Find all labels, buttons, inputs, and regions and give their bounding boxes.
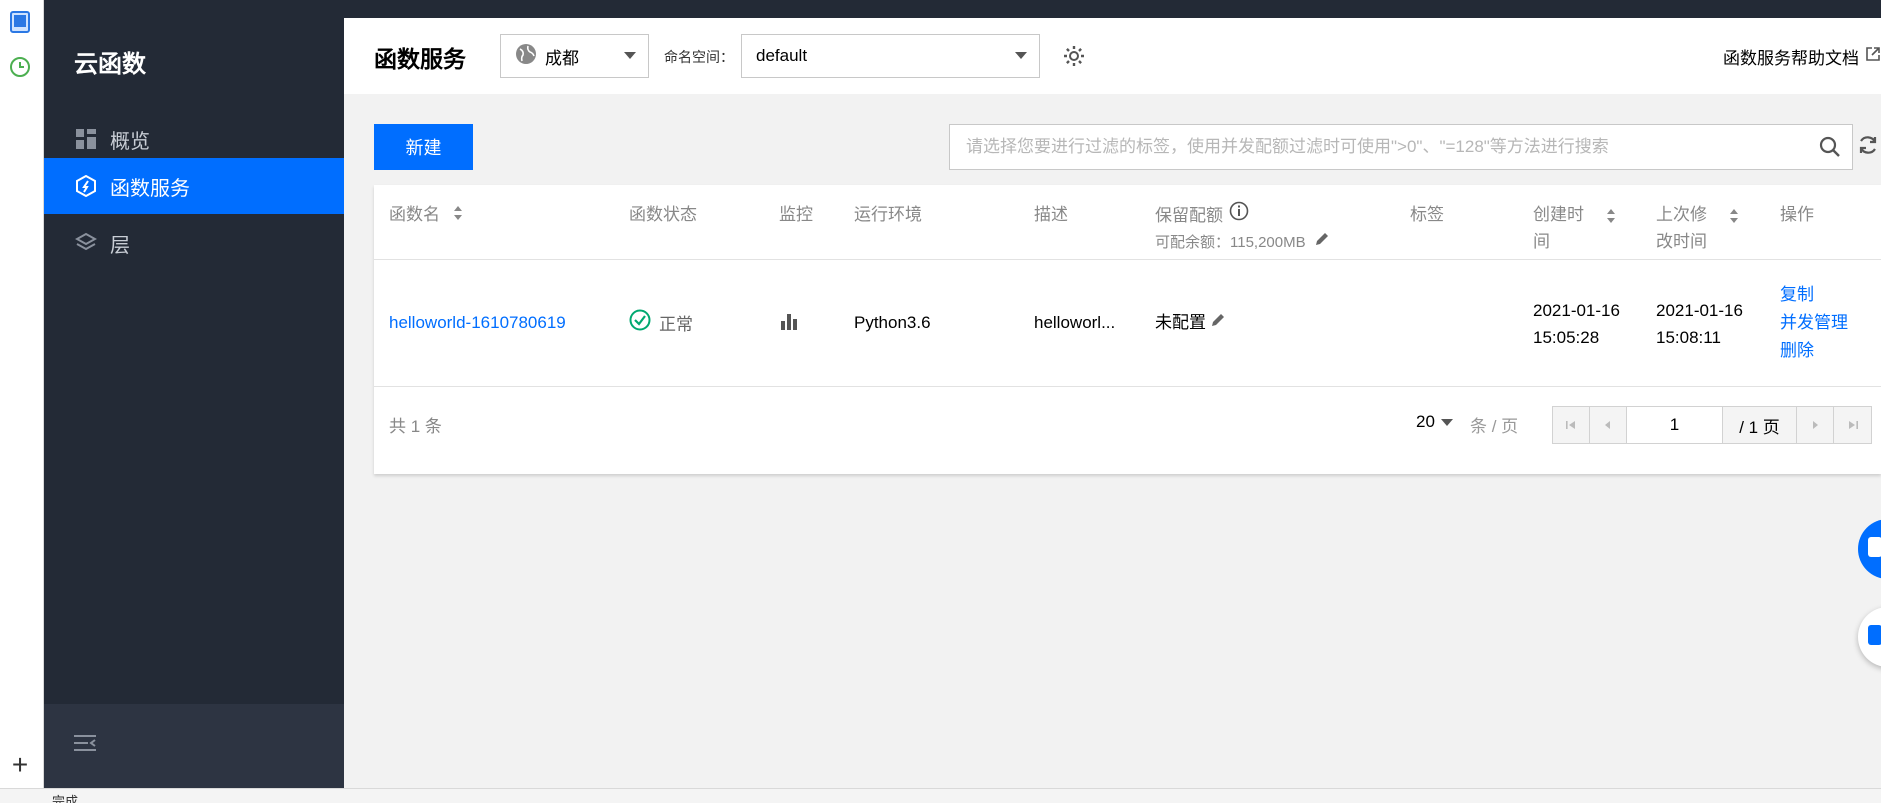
sidebar: 云函数 概览 函数服务 层: [44, 18, 344, 788]
column-header-monitor: 监控: [779, 205, 813, 224]
column-header-status: 函数状态: [629, 205, 697, 224]
column-header-name[interactable]: 函数名: [389, 201, 463, 229]
prev-page-button[interactable]: [1590, 407, 1627, 443]
sidebar-footer: [44, 704, 344, 788]
collapse-sidebar-icon[interactable]: [74, 734, 96, 757]
table-row: helloworld-1610780619 正常 Python3.6 hello…: [374, 261, 1881, 387]
region-value: 成都: [545, 48, 579, 68]
available-quota: 可配余额：115,200MB: [1155, 234, 1306, 251]
dashboard-icon: [74, 127, 98, 151]
refresh-icon[interactable]: [1857, 134, 1879, 161]
concurrency-manage-link[interactable]: 并发管理: [1780, 309, 1848, 337]
sort-icon: [1606, 205, 1616, 255]
sort-icon: [453, 202, 463, 229]
main-header: 函数服务 成都 命名空间： default 函数服务帮助文档: [344, 18, 1881, 94]
chevron-down-icon: [1015, 52, 1027, 59]
chat-icon: [1868, 537, 1881, 557]
pagination: / 1 页: [1552, 406, 1872, 444]
row-actions: 复制 并发管理 删除: [1780, 281, 1848, 365]
tablet-icon[interactable]: [9, 11, 31, 33]
new-function-button[interactable]: 新建: [374, 124, 473, 170]
sidebar-item-label: 层: [110, 234, 130, 257]
browser-status-bar: 完成: [0, 788, 1881, 803]
column-header-reserved-quota: 保留配额 可配余额：115,200MB: [1155, 201, 1330, 256]
last-page-button[interactable]: [1834, 407, 1871, 443]
sort-icon: [1729, 205, 1739, 255]
column-header-modified[interactable]: 上次修 改时间: [1656, 201, 1739, 255]
status-text: 完成: [52, 794, 79, 803]
chevron-down-icon: [624, 52, 636, 59]
chat-bubble-button[interactable]: [1858, 519, 1881, 579]
per-page-label: 条 / 页: [1470, 417, 1519, 436]
created-time: 2021-01-16 15:05:28: [1533, 301, 1620, 347]
function-status: 正常: [629, 309, 693, 339]
search-box: [949, 124, 1853, 170]
description-value: helloworl...: [1034, 313, 1116, 332]
chevron-down-icon: [1440, 418, 1453, 426]
sidebar-item-label: 概览: [110, 130, 150, 153]
function-name-link[interactable]: helloworld-1610780619: [389, 309, 566, 336]
modified-time: 2021-01-16 15:08:11: [1656, 301, 1743, 347]
total-pages: / 1 页: [1723, 407, 1797, 443]
column-header-created[interactable]: 创建时间: [1533, 201, 1616, 255]
column-header-description: 描述: [1034, 205, 1068, 224]
search-icon[interactable]: [1808, 125, 1852, 169]
edit-icon[interactable]: [1314, 229, 1330, 256]
help-doc-link[interactable]: 函数服务帮助文档: [1723, 44, 1881, 69]
reserved-quota-value: 未配置: [1155, 309, 1226, 336]
sidebar-item-layers[interactable]: 层: [44, 215, 344, 271]
clock-icon[interactable]: [9, 56, 31, 78]
sidebar-title: 云函数: [74, 51, 146, 78]
copy-link[interactable]: 复制: [1780, 281, 1848, 309]
add-icon[interactable]: +: [9, 751, 31, 779]
check-circle-icon: [629, 309, 651, 339]
function-table: 函数名 函数状态 监控 运行环境 描述 保留配额 可配余额：115,200MB …: [374, 185, 1881, 474]
namespace-label: 命名空间：: [664, 49, 734, 65]
sidebar-item-function-service[interactable]: 函数服务: [44, 158, 344, 214]
page-title: 函数服务: [374, 46, 466, 72]
table-footer: 共 1 条 20 条 / 页 / 1 页: [374, 388, 1881, 474]
delete-link[interactable]: 删除: [1780, 337, 1848, 365]
browser-side-strip: +: [0, 0, 44, 788]
help-doc-label: 函数服务帮助文档: [1723, 49, 1859, 68]
column-header-tags: 标签: [1410, 205, 1444, 224]
edit-icon[interactable]: [1210, 309, 1226, 336]
column-header-runtime: 运行环境: [854, 205, 922, 224]
first-page-button[interactable]: [1553, 407, 1590, 443]
layers-icon: [74, 231, 98, 255]
search-input[interactable]: [950, 125, 1808, 169]
feedback-icon: [1868, 625, 1881, 645]
page-number-input[interactable]: [1627, 407, 1723, 443]
total-count: 共 1 条: [389, 417, 442, 436]
sidebar-item-label: 函数服务: [110, 177, 190, 200]
page-size-select[interactable]: 20: [1416, 412, 1453, 432]
function-icon: [74, 174, 98, 198]
external-link-icon: [1865, 46, 1881, 67]
feedback-bubble-button[interactable]: [1858, 607, 1881, 667]
globe-icon: [515, 43, 537, 70]
namespace-select[interactable]: default: [741, 34, 1040, 78]
next-page-button[interactable]: [1797, 407, 1834, 443]
region-select[interactable]: 成都: [500, 34, 649, 78]
info-icon[interactable]: [1229, 201, 1249, 229]
top-bar: [44, 0, 1881, 18]
column-header-actions: 操作: [1780, 205, 1814, 224]
monitor-chart-icon[interactable]: [779, 311, 799, 339]
runtime-value: Python3.6: [854, 313, 931, 332]
gear-icon[interactable]: [1062, 44, 1086, 73]
namespace-value: default: [756, 46, 808, 65]
table-header: 函数名 函数状态 监控 运行环境 描述 保留配额 可配余额：115,200MB …: [374, 185, 1881, 260]
